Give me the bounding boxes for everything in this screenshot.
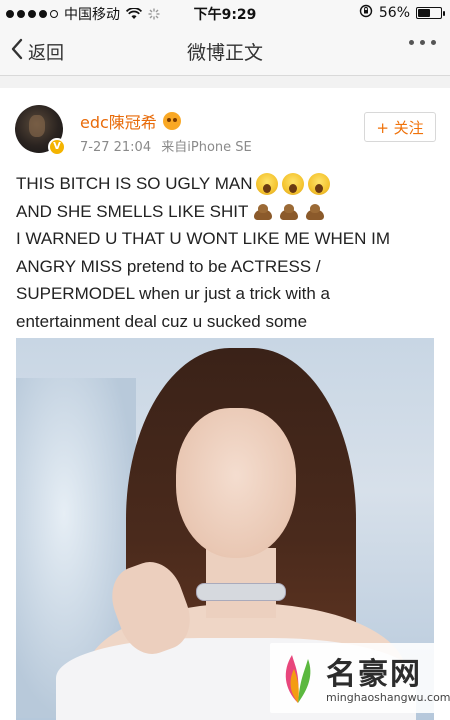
post-text-line-2: AND SHE SMELLS LIKE SHIT xyxy=(16,201,249,221)
follow-button[interactable]: + 关注 xyxy=(364,112,436,142)
post-text-line: THIS BITCH IS SO UGLY MAN xyxy=(16,170,438,198)
site-watermark: 名豪网 minghaoshangwu.com xyxy=(270,643,450,713)
navigation-bar: 返回 微博正文 xyxy=(0,26,450,76)
post-text-line-3: I WARNED U THAT U WONT LIKE ME WHEN IM xyxy=(16,229,391,248)
post-text-line-6: entertainment deal cuz u sucked some xyxy=(16,311,308,331)
image-face xyxy=(176,408,296,558)
image-necklace xyxy=(196,583,286,601)
post-meta: 7-27 21:04 来自iPhone SE xyxy=(80,136,252,155)
poop-emoji-icon xyxy=(278,200,300,222)
status-bar: 中国移动 下午9:29 56% xyxy=(0,0,450,26)
post-text: THIS BITCH IS SO UGLY MAN AND SHE SMELLS… xyxy=(16,170,438,335)
post-text-line-1: THIS BITCH IS SO UGLY MAN xyxy=(16,174,253,193)
scream-emoji-icon xyxy=(256,172,279,195)
battery-icon xyxy=(416,7,445,19)
leaf-logo-icon xyxy=(285,655,311,703)
rotation-lock-icon xyxy=(359,4,373,22)
poop-emoji-icon xyxy=(252,200,274,222)
more-dots-icon[interactable] xyxy=(409,40,436,45)
poop-emoji-icon xyxy=(304,200,326,222)
post-time: 7-27 21:04 xyxy=(80,140,152,155)
battery-percent: 56% xyxy=(378,5,410,21)
post-text-line: AND SHE SMELLS LIKE SHIT xyxy=(16,198,438,226)
post-source: 来自iPhone SE xyxy=(161,140,252,155)
watermark-domain: minghaoshangwu.com xyxy=(326,691,450,704)
page-title: 微博正文 xyxy=(186,42,263,64)
post-text-line-5: SUPERMODEL when ur just a trick with a xyxy=(16,284,330,303)
vip-badge-icon[interactable] xyxy=(162,112,181,130)
status-right: 56% xyxy=(359,4,445,22)
scream-emoji-icon xyxy=(308,172,331,195)
username[interactable]: edc陳冠希 xyxy=(80,109,157,133)
watermark-brand: 名豪网 xyxy=(326,657,422,692)
weibo-post: V edc陳冠希 7-27 21:04 来自iPhone SE + 关注 THI… xyxy=(0,88,450,720)
username-row: edc陳冠希 xyxy=(80,109,181,133)
scream-emoji-icon xyxy=(282,172,305,195)
verified-badge-icon: V xyxy=(48,138,66,156)
post-text-line-4: ANGRY MISS pretend to be ACTRESS / xyxy=(16,256,321,276)
